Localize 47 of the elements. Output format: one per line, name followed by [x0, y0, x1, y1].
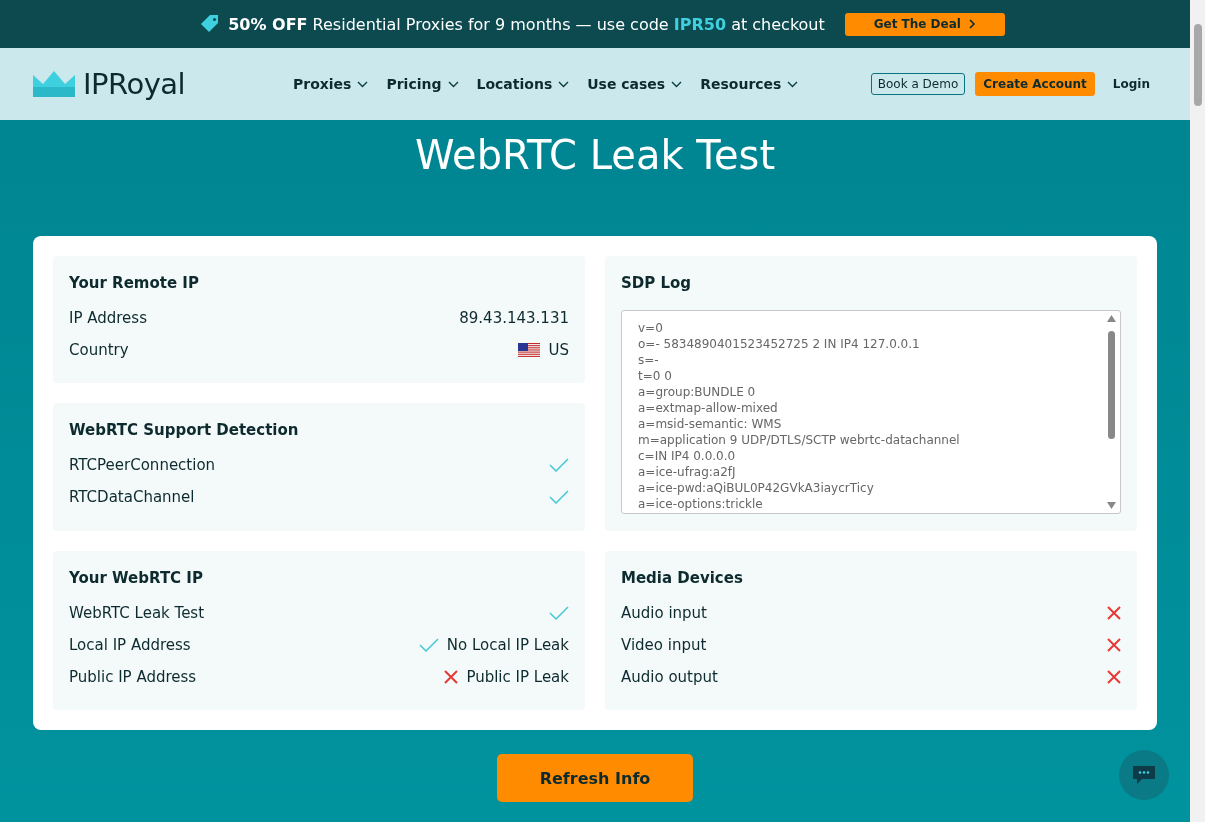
row-value: No Local IP Leak — [446, 636, 569, 654]
chevron-down-icon — [787, 80, 799, 88]
sdp-log-field[interactable]: v=0 o=- 5834890401523452725 2 IN IP4 127.0.0.1 s=- t=0 0 a=group:BUNDLE 0 a=extmap-allow-mixed a=msid-semantic: WMS m=application 9 UDP/DTLS/SCTP webrtc-datachannel c=IN IP4 0.0.0.0 a=ice-ufrag:a2fJ a=ice-pwd:aQiBUL0P42GVkA3iaycrTicy a=ice-options:trickle — [621, 310, 1121, 514]
nav-menu-item[interactable]: Locations — [476, 76, 570, 92]
create-account-button[interactable]: Create Account — [975, 72, 1095, 96]
nav-menu-item[interactable]: Use cases — [587, 76, 683, 92]
row-label: RTCDataChannel — [69, 488, 195, 506]
refresh-info-button[interactable]: Refresh Info — [497, 754, 693, 802]
row-label: RTCPeerConnection — [69, 456, 216, 474]
nav-menu-item[interactable]: Resources — [700, 76, 799, 92]
row-label: Country — [69, 341, 129, 359]
scroll-up-icon[interactable] — [1107, 315, 1116, 322]
login-link[interactable]: Login — [1112, 77, 1150, 91]
chevron-right-icon — [968, 19, 976, 29]
row-label: IP Address — [69, 309, 147, 327]
panel-title: SDP Log — [621, 274, 693, 292]
panel-title: WebRTC Support Detection — [69, 421, 300, 439]
tag-icon — [200, 14, 221, 34]
row-value: Public IP Leak — [466, 668, 569, 686]
row-label: Audio output — [621, 668, 718, 686]
flag-icon — [518, 342, 541, 358]
scrollbar-thumb[interactable] — [1108, 331, 1115, 439]
logo-text[interactable]: IPRoyal — [83, 67, 186, 101]
scrollbar-thumb[interactable] — [1194, 24, 1202, 106]
panel-title: Your WebRTC IP — [69, 569, 204, 587]
chevron-down-icon — [558, 80, 570, 88]
row-label: Audio input — [621, 604, 707, 622]
chevron-down-icon — [447, 80, 459, 88]
scroll-down-icon[interactable] — [1107, 502, 1116, 509]
row-label: Video input — [621, 636, 707, 654]
book-demo-button[interactable]: Book a Demo — [870, 73, 966, 95]
panel-title: Your Remote IP — [69, 274, 200, 292]
page-title: WebRTC Leak Test — [414, 132, 776, 180]
row-label: Public IP Address — [69, 668, 197, 686]
nav-menu-item[interactable]: Proxies — [293, 76, 369, 92]
promo-text: 50% OFF Residential Proxies for 9 months — use code IPR50 at checkout — [228, 14, 825, 34]
row-value: 89.43.143.131 — [459, 309, 569, 327]
crown-logo-icon — [33, 71, 75, 97]
chat-bubble-icon — [1132, 765, 1156, 785]
row-value: US — [548, 341, 569, 359]
nav-menu-item[interactable]: Pricing — [386, 76, 459, 92]
panel-title: Media Devices — [621, 569, 744, 587]
row-label: WebRTC Leak Test — [69, 604, 205, 622]
chevron-down-icon — [671, 80, 683, 88]
chevron-down-icon — [357, 80, 369, 88]
row-label: Local IP Address — [69, 636, 191, 654]
get-deal-button[interactable]: Get The Deal — [844, 12, 1005, 36]
